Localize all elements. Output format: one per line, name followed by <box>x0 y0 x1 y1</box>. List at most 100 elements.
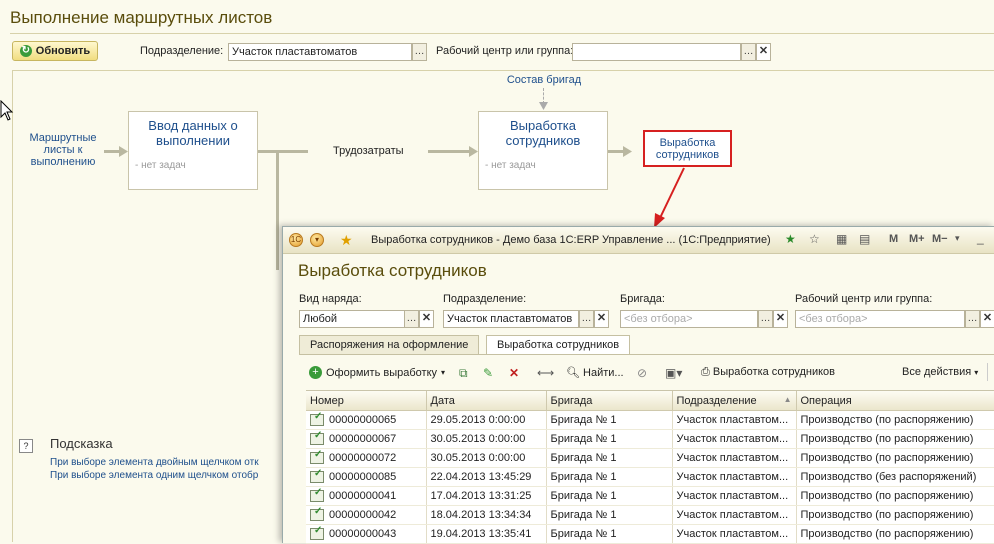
employee-output-table[interactable]: Номер Дата Бригада Подразделение ▲ Опера… <box>306 390 994 544</box>
cell-brigade[interactable]: Бригада № 1 <box>546 524 673 544</box>
subdivision-select-button[interactable]: … <box>412 43 427 61</box>
cell-brigade[interactable]: Бригада № 1 <box>546 486 673 506</box>
cell-brigade[interactable]: Бригада № 1 <box>546 429 673 449</box>
calculator-icon[interactable]: ▦ <box>836 232 847 246</box>
memory-m-icon[interactable]: M <box>889 233 898 245</box>
cell-number[interactable]: 00000000042 <box>306 505 427 525</box>
brigade-composition-link[interactable]: Состав бригад <box>500 74 588 86</box>
column-header-brigade[interactable]: Бригада <box>546 391 673 411</box>
memory-plus-icon[interactable]: M+ <box>909 233 925 245</box>
cell-brigade[interactable]: Бригада № 1 <box>546 410 673 430</box>
cell-number[interactable]: 00000000041 <box>306 486 427 506</box>
cell-operation[interactable]: Производство (по распоряжению) <box>796 524 994 544</box>
window-subdivision-field[interactable]: Участок пластавтоматов <box>443 310 579 328</box>
cell-operation[interactable]: Производство (по распоряжению) <box>796 410 994 430</box>
cell-operation[interactable]: Производство (по распоряжению) <box>796 505 994 525</box>
dropdown-menu-icon[interactable]: ▾ <box>310 233 324 247</box>
cell-operation[interactable]: Производство (по распоряжению) <box>796 429 994 449</box>
print-button[interactable]: ⎙ Выработка сотрудников <box>701 366 835 379</box>
cell-brigade[interactable]: Бригада № 1 <box>546 448 673 468</box>
cell-date[interactable]: 18.04.2013 13:34:34 <box>426 505 547 525</box>
order-type-field[interactable]: Любой <box>299 310 405 328</box>
cell-date[interactable]: 19.04.2013 13:35:41 <box>426 524 547 544</box>
column-header-number[interactable]: Номер <box>306 391 427 411</box>
cell-number[interactable]: 00000000072 <box>306 448 427 468</box>
employee-output-box[interactable]: Выработка сотрудников - нет задач <box>478 111 608 190</box>
cell-number[interactable]: 00000000065 <box>306 410 427 430</box>
cell-subdivision[interactable]: Участок пластавтом... <box>672 410 797 430</box>
table-row[interactable]: 00000000072 30.05.2013 0:00:00Бригада № 1… <box>306 448 994 468</box>
cell-number[interactable]: 00000000043 <box>306 524 427 544</box>
edit-icon[interactable]: ✎ <box>483 366 493 380</box>
cell-subdivision[interactable]: Участок пластавтом... <box>672 448 797 468</box>
cell-subdivision[interactable]: Участок пластавтом... <box>672 505 797 525</box>
brigade-clear-icon[interactable]: ✕ <box>773 310 788 328</box>
all-actions-button[interactable]: Все действия ▾ <box>902 366 978 378</box>
cell-operation[interactable]: Производство (без распоряжений) <box>796 467 994 487</box>
cell-number[interactable]: 00000000067 <box>306 429 427 449</box>
cell-subdivision[interactable]: Участок пластавтом... <box>672 486 797 506</box>
memory-minus-icon[interactable]: M− <box>932 233 948 245</box>
brigade-field[interactable]: <без отбора> <box>620 310 758 328</box>
employee-output-highlight[interactable]: Выработка сотрудников <box>643 130 732 167</box>
brigade-select-button[interactable]: … <box>758 310 773 328</box>
cell-subdivision[interactable]: Участок пластавтом... <box>672 467 797 487</box>
refresh-list-icon[interactable]: ⟷ <box>537 366 554 380</box>
cell-brigade[interactable]: Бригада № 1 <box>546 467 673 487</box>
window-subdivision-clear-icon[interactable]: ✕ <box>594 310 609 328</box>
cell-number-text: 00000000085 <box>329 470 397 483</box>
find-button[interactable]: 🔍︎ Найти... <box>566 366 624 379</box>
window-titlebar[interactable]: 1С ▾ ★ Выработка сотрудников - Демо база… <box>283 227 994 254</box>
cell-date[interactable]: 30.05.2013 0:00:00 <box>426 448 547 468</box>
copy-icon[interactable]: ⧉ <box>459 366 468 381</box>
table-row[interactable]: 00000000042 18.04.2013 13:34:34Бригада № … <box>306 505 994 525</box>
delete-icon[interactable]: ✕ <box>509 366 519 380</box>
window-workcenter-select-button[interactable]: … <box>965 310 980 328</box>
cell-date[interactable]: 17.04.2013 13:31:25 <box>426 486 547 506</box>
order-type-clear-icon[interactable]: ✕ <box>419 310 434 328</box>
cell-date[interactable]: 22.04.2013 13:45:29 <box>426 467 547 487</box>
cell-subdivision[interactable]: Участок пластавтом... <box>672 429 797 449</box>
add-favorite-icon[interactable]: ★ <box>785 232 796 246</box>
table-row[interactable]: 00000000065 29.05.2013 0:00:00Бригада № 1… <box>306 410 994 430</box>
cell-date[interactable]: 29.05.2013 0:00:00 <box>426 410 547 430</box>
route-sheets-link[interactable]: Маршрутные листы к выполнению <box>22 132 104 168</box>
bookmark-icon[interactable]: ☆ <box>809 232 820 246</box>
input-data-box[interactable]: Ввод данных о выполнении - нет задач <box>128 111 258 190</box>
cell-operation[interactable]: Производство (по распоряжению) <box>796 448 994 468</box>
toolbar-more-icon[interactable]: ▾ <box>955 233 960 244</box>
table-row[interactable]: 00000000085 22.04.2013 13:45:29Бригада № … <box>306 467 994 487</box>
window-workcenter-clear-icon[interactable]: ✕ <box>980 310 994 328</box>
workcenter-select-button[interactable]: … <box>741 43 756 61</box>
cell-subdivision[interactable]: Участок пластавтом... <box>672 524 797 544</box>
subdivision-field[interactable]: Участок пластавтоматов <box>228 43 412 61</box>
table-row[interactable]: 00000000067 30.05.2013 0:00:00Бригада № 1… <box>306 429 994 449</box>
table-row[interactable]: 00000000041 17.04.2013 13:31:25Бригада № … <box>306 486 994 506</box>
create-based-on-icon[interactable]: ▣▾ <box>665 366 682 380</box>
page-title: Выполнение маршрутных листов <box>10 8 273 27</box>
order-type-select-button[interactable]: … <box>404 310 419 328</box>
cell-date[interactable]: 30.05.2013 0:00:00 <box>426 429 547 449</box>
refresh-button[interactable]: ↻ Обновить <box>12 41 98 61</box>
cell-number[interactable]: 00000000085 <box>306 467 427 487</box>
window-subdivision-select-button[interactable]: … <box>579 310 594 328</box>
create-output-button[interactable]: + Оформить выработку ▾ <box>309 366 445 379</box>
workcenter-clear-icon[interactable]: ✕ <box>756 43 771 61</box>
tab-orders[interactable]: Распоряжения на оформление <box>299 335 480 355</box>
calendar-icon[interactable]: ▤ <box>859 232 870 246</box>
favorites-star-icon[interactable]: ★ <box>340 232 353 249</box>
window-workcenter-field[interactable]: <без отбора> <box>795 310 965 328</box>
input-data-link[interactable]: Ввод данных о выполнении <box>129 112 257 148</box>
column-header-date[interactable]: Дата <box>426 391 547 411</box>
table-row[interactable]: 00000000043 19.04.2013 13:35:41Бригада № … <box>306 524 994 544</box>
workcenter-field[interactable] <box>572 43 741 61</box>
window-minimize-icon[interactable]: _ <box>977 231 984 245</box>
tab-employee-output[interactable]: Выработка сотрудников <box>486 335 631 355</box>
app-menu-icon[interactable]: 1С <box>289 233 303 247</box>
column-header-operation[interactable]: Операция <box>796 391 994 411</box>
employee-output-link[interactable]: Выработка сотрудников <box>479 112 607 148</box>
cell-brigade[interactable]: Бригада № 1 <box>546 505 673 525</box>
cancel-search-icon[interactable]: ⊘ <box>637 366 647 380</box>
cell-operation[interactable]: Производство (по распоряжению) <box>796 486 994 506</box>
column-header-subdivision[interactable]: Подразделение ▲ <box>672 391 797 411</box>
